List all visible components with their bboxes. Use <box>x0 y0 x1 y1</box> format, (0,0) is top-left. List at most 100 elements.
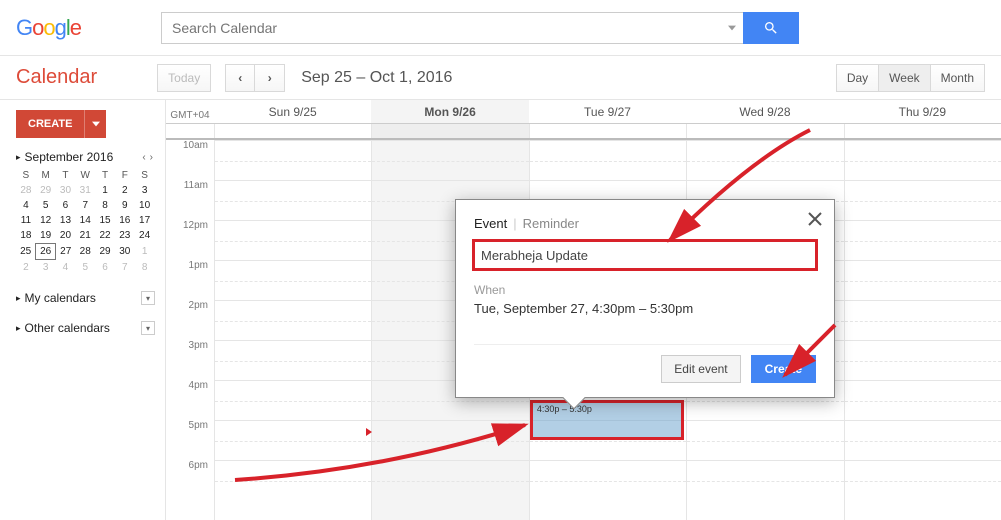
create-event-button[interactable]: Create <box>751 355 816 383</box>
day-header[interactable]: Tue 9/27 <box>529 100 686 123</box>
mini-day[interactable]: 4 <box>56 260 76 276</box>
today-button[interactable]: Today <box>157 64 211 92</box>
allday-cell[interactable] <box>686 124 843 138</box>
mini-day[interactable]: 31 <box>75 183 95 198</box>
mini-day[interactable]: 14 <box>75 213 95 228</box>
mini-day[interactable]: 1 <box>95 183 115 198</box>
when-label: When <box>474 283 816 297</box>
close-icon <box>808 212 822 226</box>
mini-day[interactable]: 11 <box>16 213 36 228</box>
header: Google <box>0 0 1001 56</box>
timezone-label: GMT+04 <box>166 100 214 123</box>
mini-day[interactable]: 23 <box>115 228 135 244</box>
edit-event-button[interactable]: Edit event <box>661 355 740 383</box>
triangle-icon: ▸ <box>16 152 21 163</box>
mini-day[interactable]: 21 <box>75 228 95 244</box>
mini-day[interactable]: 2 <box>115 183 135 198</box>
search-options-caret[interactable] <box>721 12 743 44</box>
mini-day[interactable]: 19 <box>36 228 56 244</box>
mini-day[interactable]: 8 <box>95 198 115 213</box>
mini-day[interactable]: 27 <box>56 244 76 260</box>
mini-day[interactable]: 5 <box>75 260 95 276</box>
create-button[interactable]: CREATE <box>16 110 84 138</box>
mini-day[interactable]: 30 <box>115 244 135 260</box>
mini-day[interactable]: 6 <box>56 198 76 213</box>
mini-day[interactable]: 9 <box>115 198 135 213</box>
mini-day[interactable]: 7 <box>75 198 95 213</box>
mini-day[interactable]: 28 <box>75 244 95 260</box>
tab-reminder[interactable]: Reminder <box>523 216 579 231</box>
allday-cell[interactable] <box>529 124 686 138</box>
mini-day[interactable]: 16 <box>115 213 135 228</box>
close-button[interactable] <box>808 212 822 229</box>
hour-label: 1pm <box>166 260 214 300</box>
mini-day[interactable]: 4 <box>16 198 36 213</box>
mini-day[interactable]: 5 <box>36 198 56 213</box>
mini-day[interactable]: 3 <box>135 183 155 198</box>
search-button[interactable] <box>743 12 799 44</box>
search-icon <box>763 20 779 36</box>
hour-label: 6pm <box>166 460 214 500</box>
triangle-icon: ▸ <box>16 323 21 334</box>
view-month[interactable]: Month <box>931 64 985 92</box>
dropdown-icon[interactable]: ▾ <box>141 321 155 335</box>
day-header[interactable]: Wed 9/28 <box>686 100 843 123</box>
mini-day[interactable]: 30 <box>56 183 76 198</box>
allday-cell[interactable] <box>214 124 371 138</box>
mini-day[interactable]: 28 <box>16 183 36 198</box>
mini-day[interactable]: 29 <box>95 244 115 260</box>
mini-day[interactable]: 17 <box>135 213 155 228</box>
app-title[interactable]: Calendar <box>16 66 97 89</box>
mini-day[interactable]: 1 <box>135 244 155 260</box>
mini-day[interactable]: 18 <box>16 228 36 244</box>
mini-day[interactable]: 25 <box>16 244 36 260</box>
mini-day[interactable]: 29 <box>36 183 56 198</box>
create-dropdown[interactable] <box>84 110 106 138</box>
mini-day[interactable]: 2 <box>16 260 36 276</box>
day-column[interactable] <box>214 140 371 520</box>
allday-cell[interactable] <box>844 124 1001 138</box>
hour-label: 3pm <box>166 340 214 380</box>
new-event-popup: Event | Reminder When Tue, September 27,… <box>455 199 835 398</box>
other-calendars-toggle[interactable]: ▸ Other calendars ▾ <box>16 321 155 335</box>
prev-button[interactable]: ‹ <box>225 64 255 92</box>
my-calendars-toggle[interactable]: ▸ My calendars ▾ <box>16 291 155 305</box>
allday-cell[interactable] <box>371 124 528 138</box>
event-title-input[interactable] <box>474 241 816 269</box>
mini-day[interactable]: 24 <box>135 228 155 244</box>
mini-day[interactable]: 20 <box>56 228 76 244</box>
hour-label: 5pm <box>166 420 214 460</box>
mini-day[interactable]: 15 <box>95 213 115 228</box>
day-header[interactable]: Sun 9/25 <box>214 100 371 123</box>
day-header[interactable]: Mon 9/26 <box>371 100 528 123</box>
google-logo[interactable]: Google <box>16 15 81 41</box>
mini-day[interactable]: 13 <box>56 213 76 228</box>
tab-event[interactable]: Event <box>474 216 507 231</box>
view-day[interactable]: Day <box>836 64 879 92</box>
mini-day[interactable]: 8 <box>135 260 155 276</box>
view-week[interactable]: Week <box>879 64 930 92</box>
mini-day[interactable]: 26 <box>36 244 56 260</box>
mini-day[interactable]: 22 <box>95 228 115 244</box>
day-header[interactable]: Thu 9/29 <box>844 100 1001 123</box>
hour-label: 10am <box>166 140 214 180</box>
hour-label: 12pm <box>166 220 214 260</box>
hour-label: 4pm <box>166 380 214 420</box>
mini-cal-month[interactable]: September 2016 <box>25 150 141 164</box>
mini-calendar[interactable]: SMTWTFS 28293031123456789101112131415161… <box>16 168 155 275</box>
next-button[interactable]: › <box>255 64 285 92</box>
mini-next[interactable]: › <box>148 152 155 163</box>
mini-prev[interactable]: ‹ <box>140 152 147 163</box>
mini-day[interactable]: 12 <box>36 213 56 228</box>
event-block[interactable]: 4:30p – 5:30p <box>530 400 684 440</box>
hour-label: 11am <box>166 180 214 220</box>
mini-day[interactable]: 10 <box>135 198 155 213</box>
dropdown-icon[interactable]: ▾ <box>141 291 155 305</box>
mini-day[interactable]: 7 <box>115 260 135 276</box>
when-text: Tue, September 27, 4:30pm – 5:30pm <box>474 301 816 316</box>
mini-day[interactable]: 3 <box>36 260 56 276</box>
nav-group: ‹ › <box>225 64 285 92</box>
mini-day[interactable]: 6 <box>95 260 115 276</box>
day-column[interactable] <box>844 140 1001 520</box>
search-input[interactable] <box>161 12 721 44</box>
